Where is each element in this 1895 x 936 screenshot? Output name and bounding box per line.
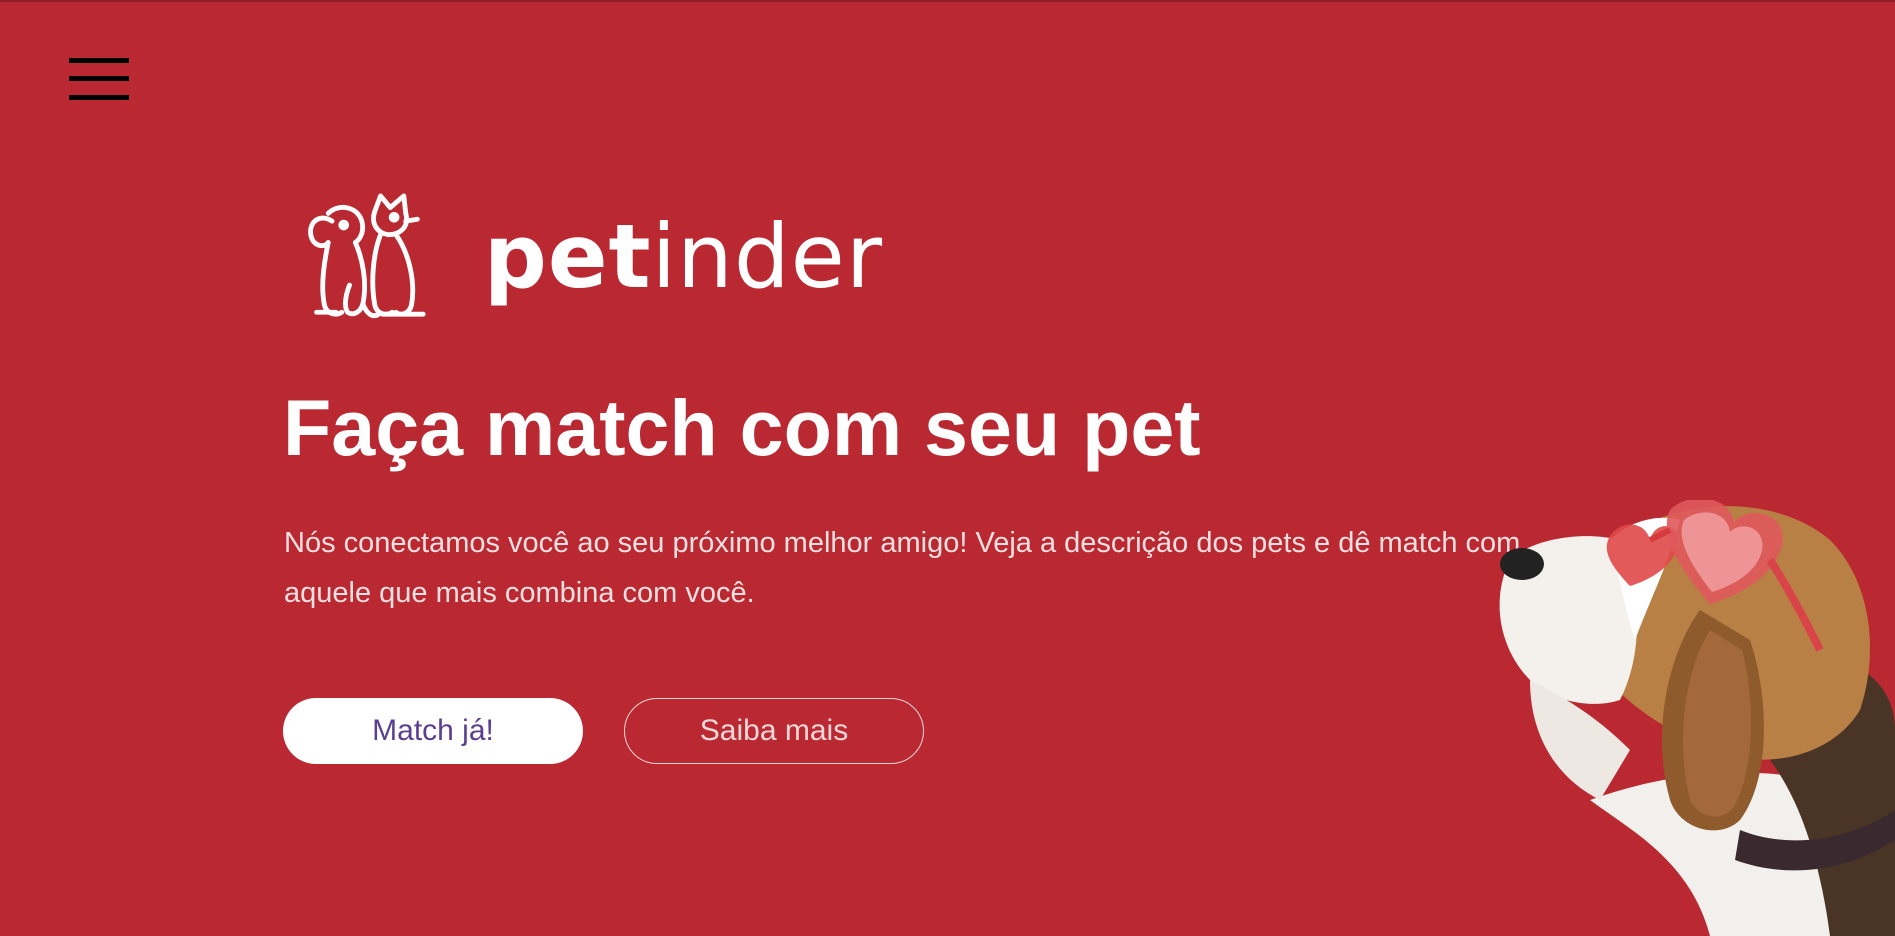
- menu-button[interactable]: [69, 58, 129, 100]
- hamburger-menu-icon: [69, 58, 129, 63]
- hamburger-line: [69, 95, 129, 100]
- beagle-with-heart-sunglasses-image: [1499, 500, 1895, 936]
- brand-name-light: inder: [651, 205, 883, 308]
- hero-title: Faça match com seu pet: [283, 383, 1201, 472]
- dog-and-cat-logo-icon: [308, 193, 426, 318]
- top-border: [0, 0, 1895, 2]
- match-now-button[interactable]: Match já!: [283, 698, 583, 764]
- hamburger-line: [69, 76, 129, 81]
- brand-logo[interactable]: petinder: [303, 187, 883, 327]
- brand-name-bold: pet: [483, 205, 652, 308]
- learn-more-button[interactable]: Saiba mais: [624, 698, 924, 764]
- brand-name: petinder: [484, 213, 883, 301]
- hero-description: Nós conectamos você ao seu próximo melho…: [284, 527, 1521, 609]
